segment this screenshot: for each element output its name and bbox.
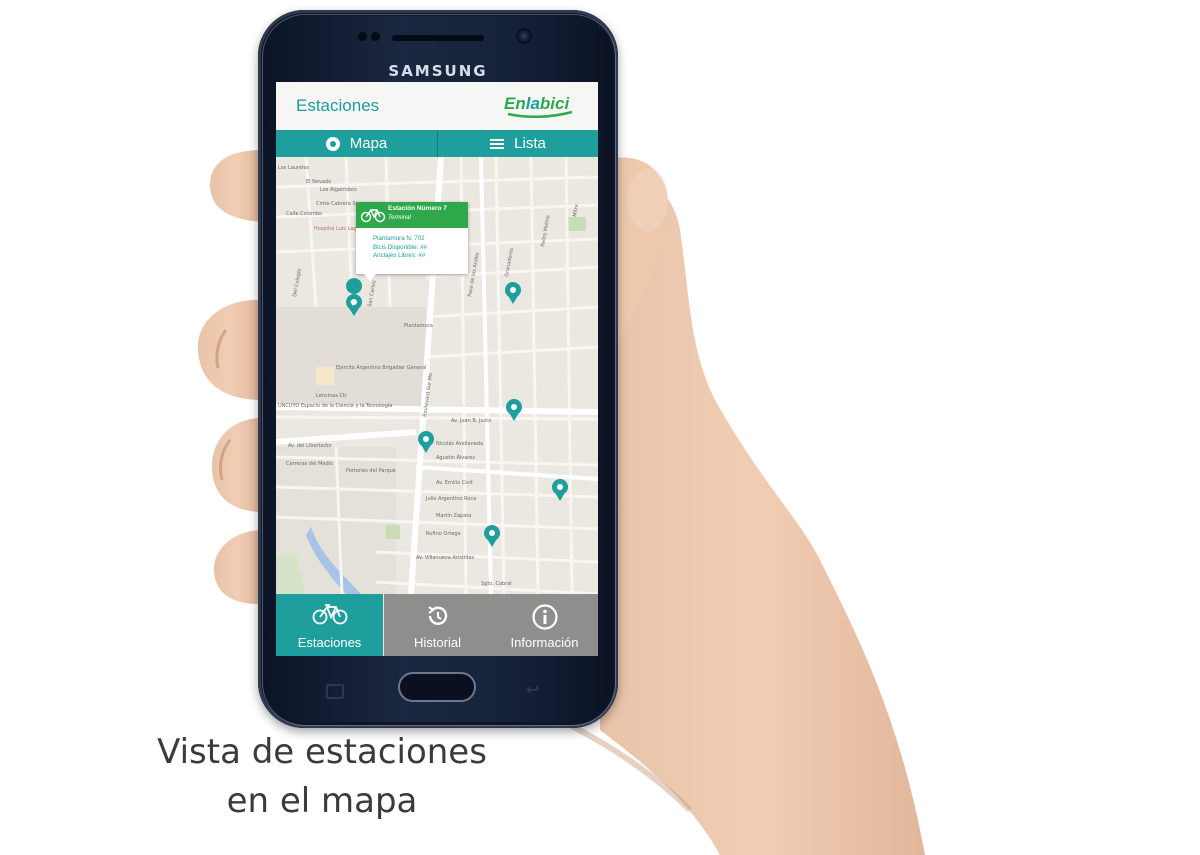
street-label: Portones del Parque	[346, 468, 396, 474]
sensor	[358, 32, 367, 41]
svg-text:Enlabici: Enlabici	[504, 94, 570, 113]
street-label: Ejército Argentino Brigadier General	[336, 364, 426, 371]
nav-label: Historial	[414, 635, 461, 650]
caption-line: en el mapa	[226, 781, 418, 821]
nav-informacion[interactable]: Información	[491, 594, 598, 656]
street-label: Lencinas Ctr	[316, 393, 348, 399]
street-label: Agustín Álvarez	[436, 454, 475, 461]
bottom-navigation: Estaciones Historial Información	[276, 594, 598, 656]
back-icon[interactable]: ↩	[526, 680, 539, 699]
street-label: Carreras del Medio	[286, 461, 333, 467]
popup-subtitle: Terminal	[388, 215, 411, 221]
street-label: Plantamura	[404, 323, 433, 329]
app-screen: Estaciones Enlabici Mapa Lista Los Laure…	[276, 82, 598, 656]
popup-address: Plantamura N. 702	[373, 235, 425, 242]
nav-label: Estaciones	[297, 635, 362, 650]
street-label: Av. del Libertador	[288, 443, 333, 449]
phone-brand: SAMSUNG	[388, 62, 488, 80]
street-label: Cmte Cabrera Sur	[316, 201, 362, 207]
street-label: Los Laureles	[278, 165, 309, 171]
street-label: Nicolás Avellaneda	[436, 440, 483, 447]
popup-bikes: Bicis Disponible: ##	[373, 243, 427, 251]
info-icon	[531, 604, 558, 630]
street-label: Sgto. Cabral	[481, 581, 512, 587]
street-label: Av. Emilio Civit	[436, 480, 473, 486]
popup-body: Plantamura N. 702 Bicis Disponible: ## A…	[356, 228, 468, 261]
street-label: Martín Zapata	[436, 512, 471, 519]
popup-header: Estación Número 7 Terminal	[356, 202, 468, 228]
street-label: Av. Juan B. Justo	[451, 418, 491, 424]
page-title: Estaciones	[296, 96, 380, 115]
sensor	[371, 32, 380, 41]
nav-estaciones[interactable]: Estaciones	[276, 594, 383, 656]
caption-line: Vista de estaciones	[157, 732, 487, 772]
recent-apps-icon[interactable]	[326, 684, 344, 699]
nav-historial[interactable]: Historial	[384, 594, 491, 656]
tab-label: Lista	[514, 135, 546, 152]
street-label: Los Algarrobos	[320, 187, 357, 193]
earpiece	[392, 35, 484, 41]
home-button[interactable]	[398, 672, 476, 702]
street-label: Julio Argentino Roca	[425, 496, 476, 502]
list-icon	[490, 138, 505, 149]
bicycle-icon	[312, 604, 347, 625]
history-icon	[427, 606, 447, 625]
tab-lista[interactable]: Lista	[437, 130, 598, 157]
smartphone: SAMSUNG Estaciones Enlabici Mapa Lista L…	[258, 10, 618, 728]
bicycle-icon	[360, 209, 386, 223]
front-camera	[516, 28, 532, 44]
street-label: UNCUYO Espacio de la Ciencia y la Tecnol…	[278, 402, 392, 409]
popup-title: Estación Número 7	[388, 205, 447, 212]
street-label: El Nevado	[306, 179, 331, 185]
app-logo: Enlabici	[504, 94, 573, 119]
street-label: Rufino Ortega	[426, 531, 461, 537]
app-header: Estaciones Enlabici	[276, 82, 598, 131]
station-popup[interactable]: Estación Número 7 Terminal Plantamura N.…	[356, 202, 468, 281]
street-label: Av. Villanueva Arístides	[416, 554, 475, 561]
tab-label: Mapa	[349, 135, 388, 152]
popup-docks: Anclajes Libres: ##	[373, 252, 426, 259]
tab-mapa[interactable]: Mapa	[276, 130, 437, 157]
caption: Vista de estaciones en el mapa	[112, 728, 532, 826]
map-pin-icon	[325, 136, 340, 151]
nav-label: Información	[510, 635, 579, 650]
view-tabs: Mapa Lista	[276, 130, 598, 157]
street-label: Calle Colombo	[286, 211, 322, 217]
